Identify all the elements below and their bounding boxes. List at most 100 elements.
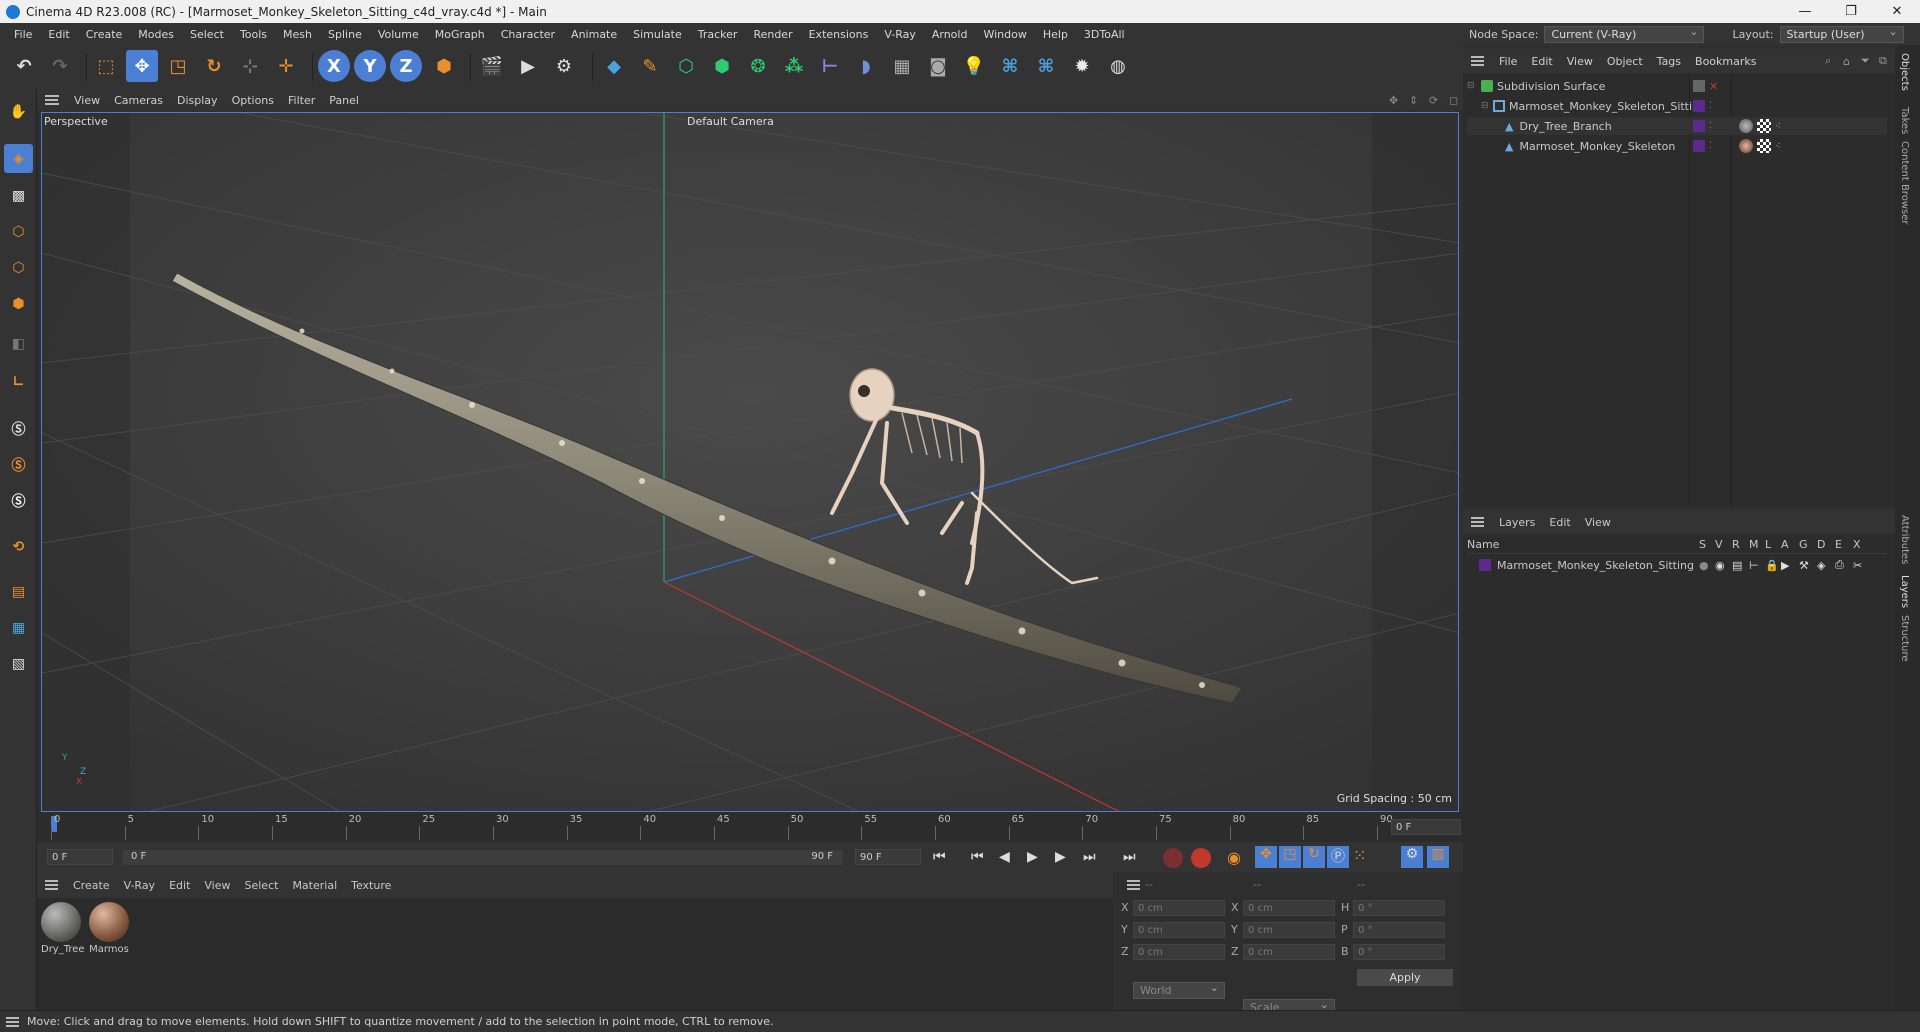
minimize-button[interactable]: —	[1782, 0, 1828, 23]
size-y-field[interactable]: 0 cm	[1243, 922, 1335, 938]
uvw-tag-icon[interactable]	[1757, 139, 1771, 153]
key-selection-icon[interactable]: ◉	[1227, 848, 1241, 867]
timeline-settings-icon[interactable]: ⚙	[1401, 846, 1423, 868]
status-hamburger-icon[interactable]	[6, 1016, 19, 1027]
key-rotation-icon[interactable]: ↻	[1303, 846, 1325, 868]
size-x-field[interactable]: 0 cm	[1243, 900, 1335, 916]
viewport-menu-cameras[interactable]: Cameras	[107, 94, 170, 107]
uv-mode-icon[interactable]: ◧	[4, 329, 33, 358]
snap-icon[interactable]: Ⓢ	[4, 414, 33, 443]
layer-xref-icon[interactable]: ✂	[1853, 559, 1862, 572]
previous-frame-icon[interactable]: ◀	[999, 849, 1010, 865]
menu-simulate[interactable]: Simulate	[625, 28, 690, 41]
tab-layers[interactable]: Layers	[1899, 575, 1910, 608]
disabled-x-icon[interactable]: ✕	[1709, 80, 1718, 93]
menu-edit[interactable]: Edit	[40, 28, 77, 41]
layer-generators-icon[interactable]: ⚒	[1799, 559, 1809, 572]
menu-file[interactable]: File	[6, 28, 40, 41]
spline-pen-icon[interactable]: ✎	[634, 50, 666, 82]
menu-3dtoall[interactable]: 3DToAll	[1076, 28, 1133, 41]
vray-settings-icon[interactable]: ✹	[1066, 50, 1098, 82]
viewport-hamburger-icon[interactable]	[45, 95, 59, 105]
selection-tool-icon[interactable]: ⬚	[90, 50, 122, 82]
autokey-icon[interactable]	[1191, 848, 1211, 868]
material-tag-icon[interactable]	[1739, 139, 1753, 153]
go-to-start-icon[interactable]: ⏮	[933, 849, 946, 865]
next-frame-icon[interactable]: ▶	[1055, 849, 1066, 865]
material-item[interactable]: Dry_Tree	[41, 902, 85, 955]
object-menu-file[interactable]: File	[1492, 55, 1524, 68]
viewport-camera-label[interactable]: Default Camera	[687, 115, 774, 128]
menu-character[interactable]: Character	[493, 28, 563, 41]
vray-globe-icon[interactable]: ◍	[1102, 50, 1134, 82]
mograph-fracture-icon[interactable]: ⁂	[778, 50, 810, 82]
transform-tool-icon[interactable]: ✛	[270, 50, 302, 82]
tweak-mode-icon[interactable]: ⟲	[4, 532, 33, 561]
viewport-menu-panel[interactable]: Panel	[322, 94, 366, 107]
vray-tag-icon[interactable]: ⁖	[1775, 121, 1781, 132]
coordinates-hamburger-icon[interactable]	[1127, 880, 1140, 890]
scale-tool-icon[interactable]: ◳	[162, 50, 194, 82]
render-view-icon[interactable]: 🎬	[476, 50, 508, 82]
camera-object-icon[interactable]: ◙	[922, 50, 954, 82]
layer-color-swatch[interactable]	[1693, 120, 1705, 132]
collapse-icon[interactable]: ⊟	[1467, 81, 1477, 91]
object-menu-view[interactable]: View	[1560, 55, 1600, 68]
object-row-marmoset-skeleton[interactable]: ▲ Marmoset_Monkey_Skeleton ⁚ ⁖	[1467, 137, 1887, 155]
points-mode-icon[interactable]: ⬡	[4, 217, 33, 246]
collapse-icon[interactable]: ⊟	[1481, 101, 1491, 111]
layer-expressions-icon[interactable]: ⎙	[1835, 558, 1844, 572]
layer-menu-layers[interactable]: Layers	[1492, 516, 1542, 529]
render-picture-viewer-icon[interactable]: ▶	[512, 50, 544, 82]
material-menu-edit[interactable]: Edit	[162, 879, 197, 892]
floor-object-icon[interactable]: ▦	[886, 50, 918, 82]
texture-mode-icon[interactable]: ▩	[4, 181, 33, 210]
move-tool-icon[interactable]: ✥	[126, 50, 158, 82]
cube-object-icon[interactable]: ◆	[598, 50, 630, 82]
menu-animate[interactable]: Animate	[563, 28, 625, 41]
key-pla-icon[interactable]: ⁙	[1353, 846, 1366, 865]
go-to-end-icon[interactable]: ⏭	[1123, 849, 1136, 865]
material-menu-view[interactable]: View	[197, 879, 237, 892]
material-menu-vray[interactable]: V-Ray	[117, 879, 163, 892]
dope-sheet-icon[interactable]: ▥	[1427, 846, 1449, 868]
tab-content-browser[interactable]: Content Browser	[1899, 141, 1910, 224]
viewport-menu-options[interactable]: Options	[225, 94, 281, 107]
rotate-tool-icon[interactable]: ↻	[198, 50, 230, 82]
play-icon[interactable]: ▶	[1027, 849, 1038, 865]
vray-tag-icon[interactable]: ⁖	[1775, 141, 1781, 152]
tab-takes[interactable]: Takes	[1899, 107, 1910, 134]
position-z-field[interactable]: 0 cm	[1133, 944, 1225, 960]
menu-tracker[interactable]: Tracker	[690, 28, 746, 41]
python-script-icon[interactable]: ⌘	[994, 50, 1026, 82]
locked-workplane-icon[interactable]: ▧	[4, 649, 33, 678]
snap-settings-icon[interactable]: Ⓢ	[4, 450, 33, 479]
menu-mograph[interactable]: MoGraph	[427, 28, 493, 41]
material-hamburger-icon[interactable]	[45, 880, 58, 890]
current-frame-field[interactable]: 0 F	[47, 849, 113, 865]
uvw-tag-icon[interactable]	[1757, 119, 1771, 133]
deformer-bend-icon[interactable]: ⊢	[814, 50, 846, 82]
grid-workplane-icon[interactable]: ▦	[4, 613, 33, 642]
material-menu-create[interactable]: Create	[66, 879, 117, 892]
frame-range-slider[interactable]: 0 F 90 F	[123, 850, 843, 865]
make-editable-icon[interactable]: ✋	[4, 97, 33, 126]
x-axis-lock-icon[interactable]: X	[318, 50, 350, 82]
record-keys-icon[interactable]	[1163, 848, 1183, 868]
previous-key-icon[interactable]: ⏮	[971, 849, 984, 865]
close-button[interactable]: ✕	[1874, 0, 1920, 23]
menu-mesh[interactable]: Mesh	[275, 28, 320, 41]
rotation-b-field[interactable]: 0 °	[1353, 944, 1445, 960]
last-tool-icon[interactable]: ⊹	[234, 50, 266, 82]
layer-solo-icon[interactable]: ●	[1699, 559, 1709, 572]
undo-icon[interactable]: ↶	[8, 50, 40, 82]
material-menu-select[interactable]: Select	[238, 879, 286, 892]
menu-spline[interactable]: Spline	[320, 28, 370, 41]
edit-toggle-icon[interactable]	[1693, 80, 1705, 92]
redo-icon[interactable]: ↷	[44, 50, 76, 82]
tab-attributes[interactable]: Attributes	[1899, 515, 1910, 564]
edges-mode-icon[interactable]: ⬡	[4, 253, 33, 282]
layer-lock-icon[interactable]: 🔒	[1765, 559, 1779, 572]
menu-volume[interactable]: Volume	[370, 28, 427, 41]
mograph-cloner-icon[interactable]: ❂	[742, 50, 774, 82]
